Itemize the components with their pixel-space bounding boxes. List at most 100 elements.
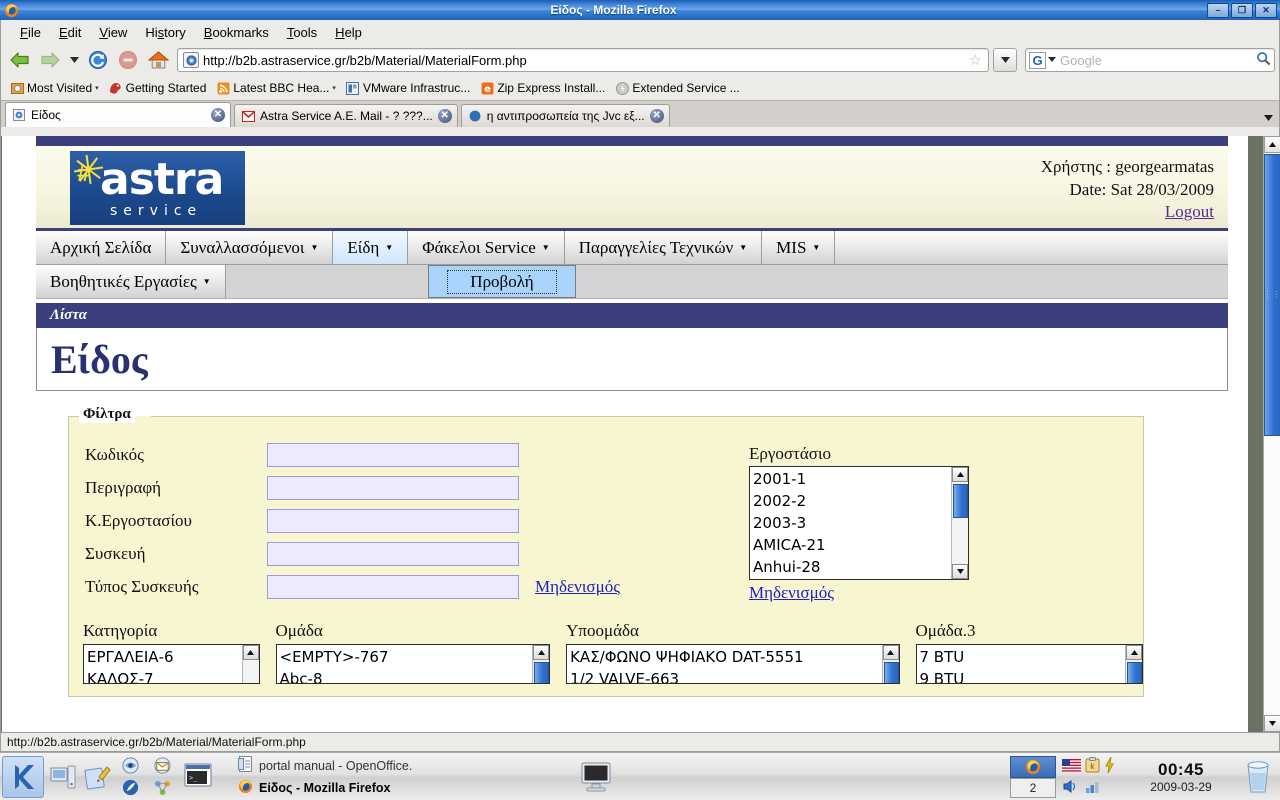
list-item[interactable]: 2002-2 (753, 490, 951, 512)
scroll-up-icon[interactable] (1126, 645, 1142, 660)
close-icon[interactable]: ✕ (437, 109, 452, 123)
category-listbox[interactable]: ΕΡΓΑΛΕΙΑ-6 ΚΑΛΟΣ-7 (83, 644, 260, 684)
bookmark-vmware[interactable]: VMware Infrastruc... (343, 80, 473, 96)
bookmark-latest-bbc[interactable]: Latest BBC Hea... ▾ (213, 80, 339, 96)
bookmark-zip-express[interactable]: e Zip Express Install... (477, 80, 608, 96)
list-item[interactable]: Abc-8 (280, 668, 533, 683)
url-text[interactable]: http://b2b.astraservice.gr/b2b/Material/… (203, 53, 969, 68)
kmail-icon[interactable] (146, 755, 178, 777)
reset-factory-link[interactable]: Μηδενισμός (749, 583, 834, 603)
power-icon[interactable] (1104, 756, 1115, 776)
scroll-thumb[interactable] (883, 662, 899, 683)
taskbar-pager[interactable]: 2 (1010, 755, 1056, 798)
menu-item-mis[interactable]: MIS ▼ (762, 231, 836, 265)
list-item[interactable]: ΕΡΓΑΛΕΙΑ-6 (87, 646, 242, 668)
search-engine-dropdown-icon[interactable] (1048, 56, 1056, 64)
network-icon[interactable] (146, 777, 178, 799)
monitor-icon[interactable] (574, 756, 618, 798)
scroll-up-icon[interactable] (952, 467, 968, 482)
list-item[interactable]: 2001-1 (753, 468, 951, 490)
kde-menu-icon[interactable] (2, 755, 44, 798)
klipper-icon[interactable]: k (1085, 757, 1100, 776)
terminal-icon[interactable]: >_ (178, 756, 218, 798)
list-item[interactable]: 9 BTU (920, 668, 1126, 683)
subgroup-listbox-scrollbar[interactable] (881, 645, 899, 683)
menu-file[interactable]: File (11, 23, 50, 42)
group-listbox-scrollbar[interactable] (532, 645, 550, 683)
subgroup-options[interactable]: ΚΑΣ/ΦΩΝΟ ΨΗΦΙΑΚΟ DAT-5551 1/2 VALVE-663 (567, 645, 881, 683)
desktop-icon[interactable] (46, 757, 80, 797)
pager-firefox-icon[interactable] (1010, 755, 1056, 778)
scroll-thumb[interactable] (534, 662, 550, 683)
menu-item-arxiki-selida[interactable]: Αρχική Σελίδα (36, 231, 167, 265)
list-item[interactable]: AMICA-21 (753, 534, 951, 556)
menu-item-synallassomenoi[interactable]: Συναλλασσόμενοι ▼ (166, 231, 334, 265)
menu-tools[interactable]: Tools (278, 23, 326, 42)
filter-input-typos-syskevis[interactable] (267, 574, 519, 599)
list-item[interactable]: 2003-3 (753, 512, 951, 534)
menu-item-paraggelies-texnikon[interactable]: Παραγγελίες Τεχνικών ▼ (564, 231, 763, 265)
menu-help[interactable]: Help (326, 23, 371, 42)
menu-item-eidi[interactable]: Είδη ▼ (333, 231, 409, 265)
submenu-item-provoli[interactable]: Προβολή (428, 265, 576, 298)
browser-icon[interactable] (114, 777, 146, 799)
category-options[interactable]: ΕΡΓΑΛΕΙΑ-6 ΚΑΛΟΣ-7 (84, 645, 242, 683)
scroll-down-icon[interactable] (1264, 715, 1280, 732)
filter-input-k-ergostasiou[interactable] (267, 508, 519, 533)
menu-item-fakeloi-service[interactable]: Φάκελοι Service ▼ (408, 231, 565, 265)
menu-view[interactable]: View (90, 23, 136, 42)
url-dropdown-button[interactable] (993, 48, 1017, 72)
chevron-down-icon[interactable]: ▾ (95, 84, 99, 92)
close-icon[interactable]: ✕ (649, 109, 664, 123)
close-button[interactable]: ✕ (1255, 2, 1277, 18)
list-item[interactable]: 1/2 VALVE-663 (570, 668, 881, 683)
factory-options[interactable]: 2001-1 2002-2 2003-3 AMICA-21 Anhui-28 (750, 467, 951, 579)
subgroup-listbox[interactable]: ΚΑΣ/ΦΩΝΟ ΨΗΦΙΑΚΟ DAT-5551 1/2 VALVE-663 (566, 644, 900, 684)
list-item[interactable]: 7 BTU (920, 646, 1126, 668)
minimize-button[interactable]: – (1207, 2, 1229, 18)
tab-jvc[interactable]: η αντιπροσωπεία της Jvc εξ... ✕ (460, 104, 670, 127)
list-item[interactable]: <EMPTY>-767 (280, 646, 533, 668)
monitor-stats-icon[interactable] (1085, 779, 1102, 797)
task-firefox[interactable]: Είδος - Mozilla Firefox (234, 778, 574, 798)
home-icon[interactable] (143, 47, 173, 73)
search-engine-icon[interactable]: G (1029, 51, 1046, 69)
scroll-thumb[interactable]: ⋮⋮ (1264, 154, 1280, 436)
menu-bookmarks[interactable]: Bookmarks (195, 23, 278, 42)
tab-astra-mail[interactable]: Astra Service A.E. Mail - ? ???... ✕ (234, 104, 458, 127)
filter-input-perigrafi[interactable] (267, 475, 519, 500)
magnifier-icon[interactable] (1256, 51, 1271, 69)
star-icon[interactable]: ☆ (969, 51, 982, 69)
scroll-up-icon[interactable] (1264, 136, 1280, 153)
scroll-thumb[interactable] (1127, 662, 1142, 683)
reload-icon[interactable] (83, 47, 113, 73)
factory-listbox[interactable]: 2001-1 2002-2 2003-3 AMICA-21 Anhui-28 (749, 466, 969, 580)
editor-icon[interactable] (80, 757, 114, 797)
menu-history[interactable]: History (136, 23, 194, 42)
tab-eidos[interactable]: Είδος ✕ (5, 102, 231, 127)
factory-listbox-scrollbar[interactable] (951, 467, 968, 579)
filter-input-kodikos[interactable] (267, 442, 519, 467)
logout-link[interactable]: Logout (1165, 202, 1214, 221)
close-icon[interactable]: ✕ (211, 108, 225, 122)
scroll-down-icon[interactable] (952, 564, 968, 579)
category-listbox-scrollbar[interactable] (241, 645, 259, 683)
group3-options[interactable]: 7 BTU 9 BTU (917, 645, 1126, 683)
scroll-thumb[interactable] (953, 484, 968, 518)
trash-icon[interactable] (1236, 755, 1280, 799)
group3-listbox-scrollbar[interactable] (1125, 645, 1142, 683)
menu-edit[interactable]: Edit (50, 23, 90, 42)
pager-desktop-number[interactable]: 2 (1010, 777, 1056, 798)
group3-listbox[interactable]: 7 BTU 9 BTU (915, 644, 1143, 684)
page-scrollbar[interactable]: ⋮⋮ (1263, 136, 1280, 732)
list-item[interactable]: ΚΑΛΟΣ-7 (87, 668, 242, 683)
taskbar-clock[interactable]: 00:45 2009-03-29 (1126, 760, 1236, 794)
list-item[interactable]: Anhui-28 (753, 556, 951, 578)
back-arrow-icon[interactable] (5, 47, 35, 73)
bookmark-getting-started[interactable]: Getting Started (106, 80, 210, 96)
volume-icon[interactable] (1062, 779, 1080, 797)
list-item[interactable]: ΚΑΣ/ΦΩΝΟ ΨΗΦΙΑΚΟ DAT-5551 (570, 646, 881, 668)
astra-service-logo[interactable]: ✳ # astra service (69, 146, 245, 225)
chevron-down-icon[interactable] (65, 47, 83, 73)
group-options[interactable]: <EMPTY>-767 Abc-8 (277, 645, 533, 683)
